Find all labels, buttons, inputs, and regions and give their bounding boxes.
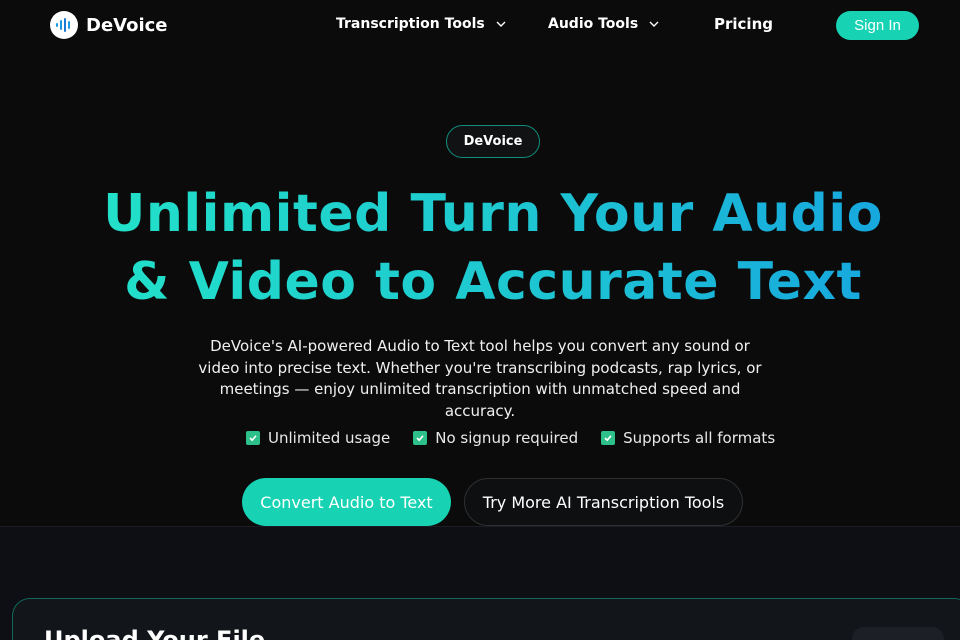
convert-audio-button[interactable]: Convert Audio to Text — [242, 478, 451, 526]
brand-logo[interactable]: DeVoice — [50, 11, 168, 39]
nav-audio-tools-label: Audio Tools — [548, 16, 639, 32]
feature-item: No signup required — [413, 429, 578, 447]
upload-title: Upload Your File — [44, 626, 266, 640]
checkbox-check-icon — [601, 431, 616, 445]
feature-label: Unlimited usage — [268, 429, 391, 447]
upload-tab-pill[interactable] — [852, 627, 944, 640]
brand-name: DeVoice — [86, 14, 168, 36]
chevron-down-icon — [649, 21, 659, 27]
checkbox-check-icon — [413, 431, 428, 445]
nav-pricing-label: Pricing — [714, 15, 773, 33]
feature-item: Unlimited usage — [246, 429, 390, 447]
top-nav: DeVoice Transcription Tools Audio Tools … — [0, 0, 960, 52]
hero-badge: DeVoice — [446, 125, 540, 158]
hero-headline-line1: Unlimited Turn Your Audio — [103, 184, 883, 244]
hero-headline: Unlimited Turn Your Audio & Video to Acc… — [60, 180, 926, 316]
sign-in-button[interactable]: Sign In — [836, 11, 919, 40]
hero-description: DeVoice's AI-powered Audio to Text tool … — [198, 337, 762, 420]
chevron-down-icon — [496, 21, 506, 27]
hero-headline-line2: & Video to Accurate Text — [124, 252, 862, 312]
feature-label: No signup required — [435, 429, 579, 447]
soundwave-icon — [50, 11, 78, 39]
nav-transcription-tools-label: Transcription Tools — [336, 16, 485, 32]
checkbox-check-icon — [246, 431, 260, 445]
more-tools-button[interactable]: Try More AI Transcription Tools — [464, 478, 743, 526]
nav-pricing[interactable]: Pricing — [714, 15, 773, 33]
feature-item: Supports all formats — [601, 429, 775, 447]
nav-transcription-tools[interactable]: Transcription Tools — [336, 16, 507, 32]
nav-audio-tools[interactable]: Audio Tools — [548, 16, 660, 32]
feature-list: Unlimited usage No signup required Suppo… — [246, 429, 798, 447]
feature-label: Supports all formats — [623, 429, 776, 447]
